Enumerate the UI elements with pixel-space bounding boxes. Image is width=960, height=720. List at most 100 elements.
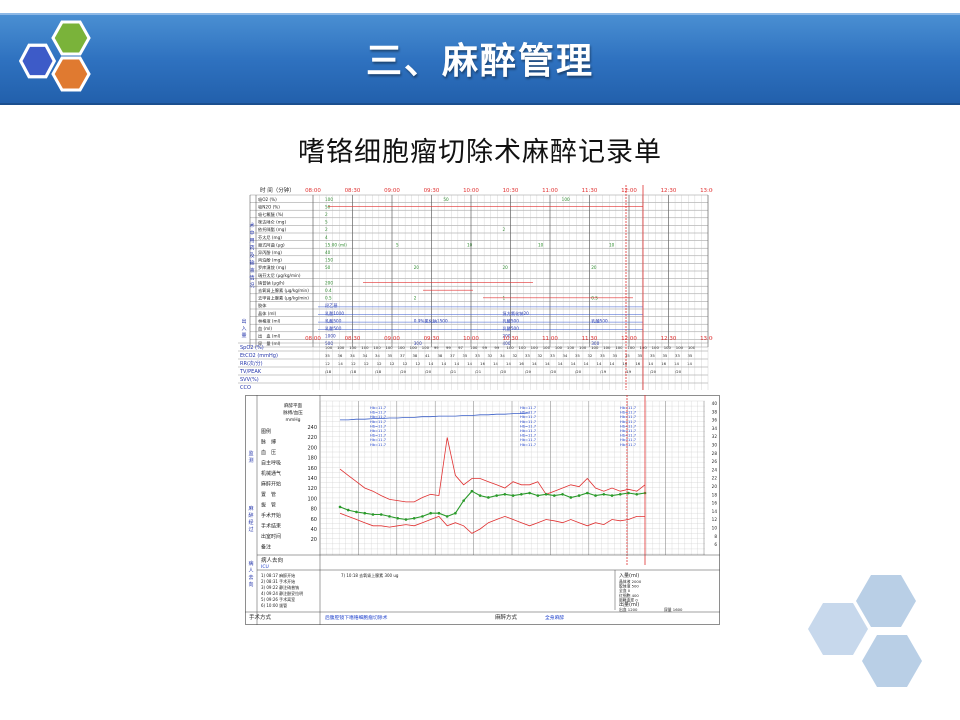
chart-point — [462, 499, 465, 502]
monitor-note: Hb=11.7 — [520, 411, 536, 415]
side-label-char: 药 — [249, 245, 254, 252]
vital-value: 100 — [664, 345, 672, 350]
intake-title: 入量(ml) — [619, 572, 639, 579]
slide-subtitle: 嗜铬细胞瘤切除术麻醉记录单 — [298, 137, 662, 168]
vital-value: 12 — [364, 361, 369, 366]
row-value: 10 — [467, 242, 473, 247]
vital-value: 100 — [373, 345, 381, 350]
slide-title: 三、麻醉管理 — [365, 41, 594, 82]
y-axis-left-label: 200 — [307, 445, 317, 451]
section-label-char: 病 — [248, 560, 253, 567]
vital-value: 100 — [640, 345, 648, 350]
y-axis-left-label: 60 — [311, 517, 317, 523]
row-label: 依托咪酯 (mg) — [258, 226, 286, 233]
vital-value: 100 — [688, 345, 696, 350]
surgery-label: 手术方式 — [249, 613, 272, 621]
chart-point — [445, 515, 449, 518]
vital-value: /18 — [325, 369, 332, 374]
y-axis-right-label: 14 — [712, 509, 718, 514]
chart-point — [577, 494, 581, 497]
vital-value: 35 — [650, 353, 655, 358]
vital-value: 12 — [325, 361, 330, 366]
time-tick-label: 08:30 — [345, 188, 361, 194]
row-label: 顺式阿曲 (μg) — [258, 241, 285, 248]
vital-value: 32 — [588, 353, 593, 358]
vital-value: 12 — [390, 361, 395, 366]
section-label-char: 醉 — [248, 512, 253, 519]
legend-item: 自主呼吸 — [261, 460, 281, 467]
monitor-note: Hb=11.7 — [520, 415, 536, 419]
chart-point — [610, 494, 614, 497]
monitor-note: Hb=11.7 — [520, 429, 536, 433]
section-label-char: 人 — [248, 568, 253, 574]
vital-value: 100 — [349, 345, 357, 350]
vital-value: 14 — [441, 361, 446, 366]
vital-value: 100 — [652, 345, 660, 350]
time-tick-label: 10:00 — [463, 336, 479, 342]
y-axis-left-label: 180 — [307, 456, 317, 462]
time-tick-label: 12:30 — [661, 188, 677, 194]
vital-value: 37 — [450, 353, 455, 358]
vital-value: 14 — [428, 361, 433, 366]
vital-value: 100 — [422, 345, 430, 350]
vital-value: 99 — [482, 345, 487, 350]
row-value: 15.00 (ml) — [325, 242, 347, 247]
chart-point — [528, 491, 531, 495]
y-axis-left-label: 100 — [307, 496, 317, 502]
vital-row-label: TV/PEAK — [239, 369, 262, 375]
row-label: 血 (ml) — [258, 325, 272, 331]
vital-value: 14 — [532, 361, 537, 366]
y-axis-left-label: 120 — [307, 486, 317, 492]
row-value: 50 — [325, 265, 331, 270]
chart-point — [594, 494, 597, 497]
vital-row-label: SpO2 (%) — [240, 345, 264, 351]
monitor-note: Hb=11.7 — [520, 424, 536, 428]
vital-value: 14 — [558, 361, 563, 366]
time-tick-label: 12:30 — [661, 336, 677, 342]
legend-title: 麻醉平面 — [284, 402, 302, 409]
y-axis-right-label: 32 — [712, 434, 718, 439]
chart-point — [544, 493, 548, 496]
vital-value: 35 — [325, 353, 330, 358]
vital-value: 100 — [531, 345, 539, 350]
monitor-note: Hb=11.7 — [370, 434, 386, 438]
row-value: 2 — [414, 296, 417, 301]
side-label-char: 液 — [249, 267, 254, 274]
row-value: 20 — [414, 265, 420, 270]
monitor-note: Hb=11.7 — [370, 411, 386, 415]
vital-value: 34 — [375, 353, 380, 358]
vital-value: 100 — [591, 345, 599, 350]
vital-value: 99 — [446, 345, 451, 350]
vital-value: 100 — [603, 345, 611, 350]
chart-point — [627, 491, 630, 495]
decorative-hexagons-icon — [808, 575, 922, 687]
chart-point — [429, 511, 432, 515]
legend-item: 置 管 — [261, 491, 276, 498]
legend-item: 手术结束 — [261, 523, 281, 530]
monitor-note: Hb=11.7 — [620, 438, 636, 442]
vital-value: 100 — [627, 345, 635, 350]
time-tick-label: 10:30 — [503, 188, 519, 194]
monitor-note: Hb=11.7 — [370, 438, 386, 442]
row-value: 羟乙基 — [325, 302, 338, 309]
row-value: 2 — [325, 212, 328, 217]
chart-point — [602, 493, 606, 496]
time-tick-label: 11:30 — [582, 188, 598, 194]
destination-value: ICU — [261, 564, 269, 570]
time-tick-label: 09:30 — [424, 188, 440, 194]
side-label-char: 中 — [249, 230, 254, 237]
event-note: 4) 09:24 静注酚妥拉明 — [261, 590, 303, 596]
chart-point — [553, 494, 556, 497]
event-note: 2) 08:31 手术开始 — [261, 578, 295, 584]
vital-value: /20 — [675, 369, 682, 374]
y-axis-left-label: 80 — [311, 507, 317, 513]
vital-value: 14 — [687, 361, 692, 366]
vital-value: 100 — [337, 345, 345, 350]
side-label-char: 入 — [241, 326, 246, 332]
chart-point — [388, 515, 391, 518]
chart-point — [371, 513, 375, 516]
vital-row-label: RR(次/分) — [240, 360, 263, 367]
row-value: 乳酸500 — [503, 317, 520, 324]
row-value: 1000 — [325, 334, 336, 339]
vital-value: 35 — [575, 353, 580, 358]
